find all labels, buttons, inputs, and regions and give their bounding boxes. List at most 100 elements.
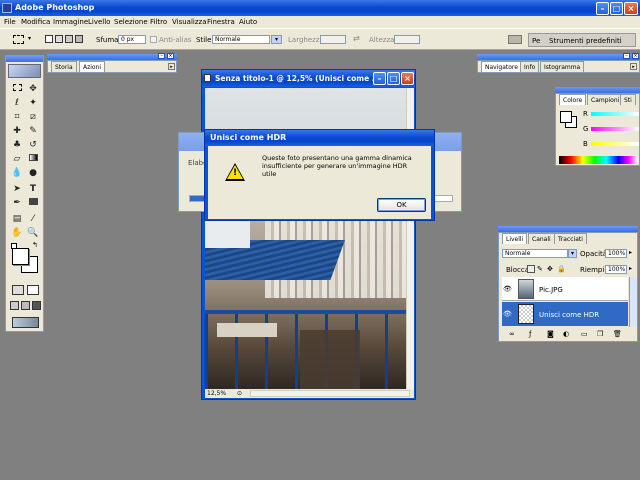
- horizontal-scrollbar[interactable]: [250, 390, 410, 397]
- tab-storia[interactable]: Storia: [51, 61, 77, 72]
- document-title-bar[interactable]: Senza titolo-1 @ 12,5% (Unisci come ... …: [202, 70, 415, 87]
- quick-mask-icon[interactable]: [27, 285, 39, 295]
- fill-input[interactable]: 100%: [605, 265, 627, 274]
- palette-menu-icon[interactable]: ▸: [630, 63, 637, 70]
- lock-image-icon[interactable]: ✎: [537, 265, 543, 273]
- eyedropper-icon[interactable]: ⁄: [26, 213, 40, 225]
- blend-mode-select[interactable]: Normale: [502, 249, 568, 258]
- menu-finestra[interactable]: Finestra: [207, 18, 235, 26]
- layer-row-selected[interactable]: 👁 Unisci come HDR: [502, 302, 628, 326]
- maximize-button[interactable]: □: [610, 2, 623, 15]
- intersect-selection-icon[interactable]: [75, 35, 83, 43]
- tab-livelli[interactable]: Livelli: [502, 233, 528, 244]
- swap-colors-icon[interactable]: ↰: [32, 241, 38, 249]
- larghezza-input[interactable]: [320, 35, 346, 44]
- ok-button[interactable]: OK: [377, 198, 426, 212]
- color-spectrum-bar[interactable]: [559, 156, 638, 164]
- path-selection-icon[interactable]: ➤: [10, 183, 24, 195]
- opacity-arrow-icon[interactable]: ▸: [629, 249, 632, 256]
- blend-mode-arrow-icon[interactable]: ▾: [568, 249, 577, 258]
- hand-icon[interactable]: ✋: [10, 227, 24, 239]
- notes-icon[interactable]: ▤: [10, 213, 24, 225]
- tab-navigatore[interactable]: Navigatore: [481, 61, 522, 72]
- history-brush-icon[interactable]: ↺: [26, 139, 40, 151]
- menu-immagine[interactable]: Immagine: [53, 18, 88, 26]
- gradient-icon[interactable]: [26, 153, 40, 165]
- menu-visualizza[interactable]: Visualizza: [172, 18, 206, 26]
- menu-filtro[interactable]: Filtro: [150, 18, 167, 26]
- menu-livello[interactable]: Livello: [88, 18, 110, 26]
- layers-scrollbar[interactable]: [629, 277, 637, 327]
- dodge-icon[interactable]: ●: [26, 167, 40, 179]
- document-minimize-button[interactable]: –: [373, 72, 386, 85]
- eye-icon[interactable]: 👁: [503, 310, 512, 318]
- link-layers-icon[interactable]: ∞: [509, 330, 515, 338]
- type-tool-icon[interactable]: T: [26, 183, 40, 195]
- menu-selezione[interactable]: Selezione: [114, 18, 148, 26]
- jump-to-imageready-icon[interactable]: [12, 317, 39, 328]
- layer-style-icon[interactable]: ƒ: [529, 330, 531, 338]
- tab-info[interactable]: Info: [520, 61, 540, 72]
- lock-all-icon[interactable]: 🔒: [557, 265, 566, 273]
- tab-azioni[interactable]: Azioni: [79, 61, 106, 72]
- eye-icon[interactable]: 👁: [503, 285, 512, 293]
- antialias-checkbox[interactable]: [150, 36, 157, 43]
- rectangular-marquee-icon[interactable]: [10, 83, 24, 95]
- stile-select[interactable]: Normale: [212, 35, 270, 44]
- tab-stili[interactable]: Sti: [620, 94, 636, 105]
- foreground-color-swatch[interactable]: [12, 248, 29, 265]
- palette-menu-icon[interactable]: ▸: [168, 63, 175, 70]
- channel-b-slider[interactable]: [591, 142, 639, 146]
- screen-mode-standard-icon[interactable]: [10, 301, 19, 310]
- document-maximize-button[interactable]: □: [387, 72, 400, 85]
- new-layer-icon[interactable]: ❐: [597, 330, 603, 338]
- zoom-icon[interactable]: 🔍: [26, 227, 40, 239]
- toolbox-title-strip[interactable]: [6, 56, 43, 62]
- delete-layer-icon[interactable]: 🗑: [613, 330, 622, 338]
- crop-icon[interactable]: ⌗: [10, 111, 24, 123]
- new-group-icon[interactable]: ▭: [581, 330, 588, 338]
- layer-row[interactable]: 👁 Pic.JPG: [502, 277, 628, 301]
- clone-stamp-icon[interactable]: ♣: [10, 139, 24, 151]
- pen-icon[interactable]: ✒: [10, 197, 24, 209]
- slice-icon[interactable]: ⧄: [26, 111, 40, 123]
- magic-wand-icon[interactable]: ✦: [26, 97, 40, 109]
- marquee-tool-preset-icon[interactable]: [13, 35, 24, 44]
- layer-mask-icon[interactable]: ◙: [547, 330, 554, 338]
- eraser-icon[interactable]: ▱: [10, 153, 24, 165]
- altezza-input[interactable]: [394, 35, 420, 44]
- adjustment-layer-icon[interactable]: ◐: [563, 330, 569, 338]
- blur-icon[interactable]: 💧: [10, 167, 24, 179]
- menu-file[interactable]: File: [4, 18, 16, 26]
- lock-transparent-icon[interactable]: [527, 265, 535, 273]
- status-info-icon[interactable]: ⊙: [237, 390, 242, 397]
- opacity-input[interactable]: 100%: [605, 249, 627, 258]
- chevron-down-icon[interactable]: ▾: [28, 35, 31, 42]
- screen-mode-full-menu-icon[interactable]: [21, 301, 30, 310]
- tab-tracciati[interactable]: Tracciati: [554, 233, 587, 244]
- add-selection-icon[interactable]: [55, 35, 63, 43]
- menu-modifica[interactable]: Modifica: [21, 18, 50, 26]
- close-button[interactable]: ×: [624, 2, 638, 15]
- document-close-button[interactable]: ×: [401, 72, 414, 85]
- swap-dimensions-icon[interactable]: ⇄: [353, 34, 360, 43]
- channel-r-slider[interactable]: [591, 112, 639, 116]
- menu-aiuto[interactable]: Aiuto: [239, 18, 257, 26]
- screen-mode-full-icon[interactable]: [32, 301, 41, 310]
- stile-dropdown-arrow-icon[interactable]: ▾: [271, 35, 282, 44]
- tab-istogramma[interactable]: Istogramma: [540, 61, 585, 72]
- close-palette-icon[interactable]: ×: [632, 53, 639, 59]
- color-fg-swatch[interactable]: [560, 111, 572, 123]
- tab-campioni[interactable]: Campioni: [587, 94, 624, 105]
- channel-g-slider[interactable]: [591, 127, 639, 131]
- tool-presets-tab[interactable]: Pe Strumenti predefiniti: [528, 33, 636, 47]
- sfuma-input[interactable]: 0 px: [118, 35, 146, 44]
- alert-title-bar[interactable]: Unisci come HDR: [205, 130, 434, 146]
- brush-icon[interactable]: ✎: [26, 125, 40, 137]
- lock-position-icon[interactable]: ✥: [547, 265, 553, 273]
- fill-arrow-icon[interactable]: ▸: [629, 265, 632, 272]
- minimize-palette-icon[interactable]: –: [623, 53, 630, 59]
- minimize-button[interactable]: –: [596, 2, 609, 15]
- tab-canali[interactable]: Canali: [528, 233, 555, 244]
- move-tool-icon[interactable]: ✥: [26, 83, 40, 95]
